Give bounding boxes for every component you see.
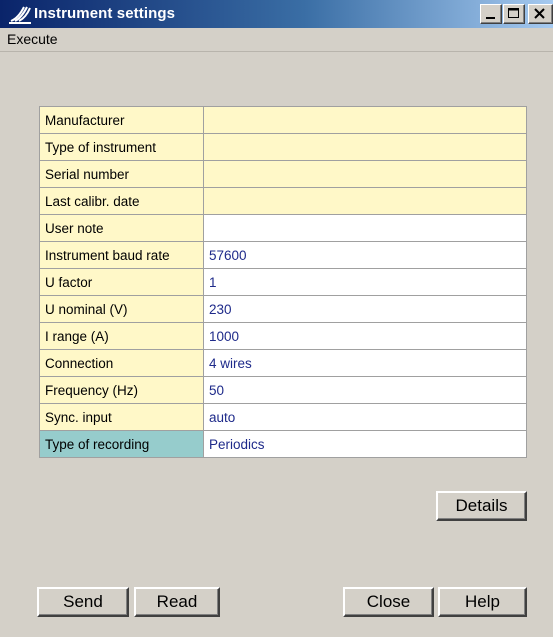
setting-label: Manufacturer — [39, 106, 204, 134]
table-row: U nominal (V) 230 — [39, 295, 527, 323]
maximize-button[interactable] — [503, 4, 525, 24]
close-window-button[interactable] — [528, 4, 553, 24]
i-range-field[interactable]: 1000 — [203, 322, 527, 350]
settings-table: Manufacturer Type of instrument Serial n… — [39, 106, 527, 458]
setting-label: Instrument baud rate — [39, 241, 204, 269]
read-button[interactable]: Read — [134, 587, 220, 617]
table-row: Serial number — [39, 160, 527, 188]
connection-field[interactable]: 4 wires — [203, 349, 527, 377]
manufacturer-field[interactable] — [203, 106, 527, 134]
table-row: Instrument baud rate 57600 — [39, 241, 527, 269]
setting-label: Last calibr. date — [39, 187, 204, 215]
send-button[interactable]: Send — [37, 587, 129, 617]
close-icon — [534, 8, 545, 19]
menu-execute[interactable]: Execute — [4, 31, 61, 47]
setting-label: U factor — [39, 268, 204, 296]
setting-label: Serial number — [39, 160, 204, 188]
calibration-date-field[interactable] — [203, 187, 527, 215]
table-row: Frequency (Hz) 50 — [39, 376, 527, 404]
title-bar: Instrument settings — [0, 0, 553, 28]
table-row: Connection 4 wires — [39, 349, 527, 377]
user-note-field[interactable] — [203, 214, 527, 242]
instrument-type-field[interactable] — [203, 133, 527, 161]
help-button[interactable]: Help — [438, 587, 527, 617]
u-nominal-field[interactable]: 230 — [203, 295, 527, 323]
baud-rate-field[interactable]: 57600 — [203, 241, 527, 269]
setting-label: Frequency (Hz) — [39, 376, 204, 404]
serial-number-field[interactable] — [203, 160, 527, 188]
setting-label: Type of instrument — [39, 133, 204, 161]
maximize-icon — [508, 8, 519, 18]
instrument-wave-icon — [8, 4, 32, 24]
details-button[interactable]: Details — [436, 491, 527, 521]
table-row: I range (A) 1000 — [39, 322, 527, 350]
sync-input-field[interactable]: auto — [203, 403, 527, 431]
table-row: Sync. input auto — [39, 403, 527, 431]
table-row: Last calibr. date — [39, 187, 527, 215]
u-factor-field[interactable]: 1 — [203, 268, 527, 296]
window-title: Instrument settings — [34, 5, 176, 22]
setting-label: Type of recording — [39, 430, 204, 458]
frequency-field[interactable]: 50 — [203, 376, 527, 404]
table-row: Type of instrument — [39, 133, 527, 161]
menu-bar: Execute — [0, 28, 553, 52]
table-row-selected: Type of recording Periodics — [39, 430, 527, 458]
recording-type-field[interactable]: Periodics — [203, 430, 527, 458]
minimize-button[interactable] — [480, 4, 502, 24]
table-row: U factor 1 — [39, 268, 527, 296]
setting-label: U nominal (V) — [39, 295, 204, 323]
table-row: User note — [39, 214, 527, 242]
setting-label: Sync. input — [39, 403, 204, 431]
table-row: Manufacturer — [39, 106, 527, 134]
minimize-icon — [486, 17, 495, 19]
close-button[interactable]: Close — [343, 587, 434, 617]
setting-label: I range (A) — [39, 322, 204, 350]
setting-label: User note — [39, 214, 204, 242]
setting-label: Connection — [39, 349, 204, 377]
